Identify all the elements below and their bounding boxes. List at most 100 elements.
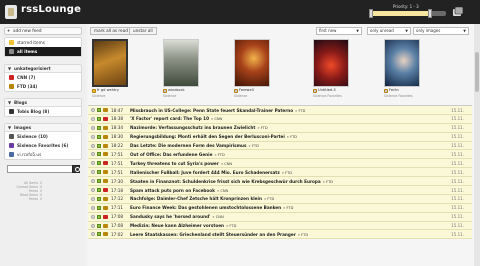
gallery-thumbnail[interactable]: fr gd wehtry Sixlence xyxy=(88,37,132,101)
scrollbar[interactable] xyxy=(474,24,480,266)
item-title[interactable]: Nachfolge: Daimler-Chef Zetsche hält Kro… xyxy=(130,196,274,201)
list-item[interactable]: 18:47 Missbrauch in US-College: Penn Stat… xyxy=(88,106,472,115)
collapse-arrow-icon[interactable]: ▼ xyxy=(8,65,11,73)
star-toggle-icon[interactable] xyxy=(91,232,95,237)
list-item[interactable]: 17:08 Sandusky says he 'horsed around'» C… xyxy=(88,212,472,222)
star-toggle-icon[interactable] xyxy=(91,205,95,210)
unread-toggle-icon[interactable] xyxy=(97,179,101,184)
star-toggle-icon[interactable] xyxy=(91,134,95,139)
item-title[interactable]: Regierungsbildung: Monti erhält den Sege… xyxy=(130,134,297,139)
sidebar-item-starred[interactable]: starred items xyxy=(5,38,81,47)
list-item[interactable]: 18:38 'X Factor' report card: The Top 10»… xyxy=(88,114,472,124)
item-title[interactable]: Missbrauch in US-College: Penn State feu… xyxy=(130,108,305,113)
collapse-arrow-icon[interactable]: ▼ xyxy=(8,99,11,107)
star-toggle-icon[interactable] xyxy=(91,196,95,201)
unread-toggle-icon[interactable] xyxy=(97,108,101,112)
unread-toggle-icon[interactable] xyxy=(97,214,101,219)
item-title[interactable]: Medizin: Neue kann Alzheimer vorstoen» F… xyxy=(130,223,236,228)
item-title-text[interactable]: Sandusky says he 'horsed around' xyxy=(130,214,210,219)
gallery-thumbnail[interactable]: windsock Sixlence xyxy=(159,37,203,101)
list-item[interactable]: 17:51 Italienischer Fußball: Juve fordert… xyxy=(88,168,472,178)
star-icon[interactable] xyxy=(92,89,96,93)
list-item[interactable]: 18:34 Nazimorde: Verfassungsschutz ins br… xyxy=(88,123,472,133)
item-title-text[interactable]: Nazimorde: Verfassungsschutz ins braunen… xyxy=(130,125,255,130)
item-title[interactable]: Euro Finance Week: Das gestohlenen umsto… xyxy=(130,205,293,210)
sidebar-item-all[interactable]: all items xyxy=(5,47,81,56)
sidebar-item-feed[interactable]: Sixlence Favorites (6) xyxy=(5,141,81,150)
item-title-text[interactable]: Out of Office: Das erfundene Genie xyxy=(130,152,212,157)
sidebar-item-feed[interactable]: Tobis Blog (8) xyxy=(5,107,81,116)
star-toggle-icon[interactable] xyxy=(91,116,95,121)
list-item[interactable]: 17:18 Spam attack puts porn on Facebook» … xyxy=(88,186,472,195)
item-title[interactable]: Italienischer Fußball: Juve fordert 444 … xyxy=(130,170,292,175)
unread-toggle-icon[interactable] xyxy=(97,170,101,175)
category-header[interactable]: ▼ Blogs xyxy=(5,99,81,107)
category-header[interactable]: ▼ unkategorisiert xyxy=(5,65,81,73)
gallery-thumbnail[interactable]: Untitled-5 Sixlence Favorites xyxy=(309,37,353,101)
unread-toggle-icon[interactable] xyxy=(97,161,101,166)
item-title-text[interactable]: Staaten in Finanznot: Schuldenkrise fris… xyxy=(130,179,321,184)
priority-slider-min-handle[interactable] xyxy=(369,9,373,18)
settings-icon[interactable] xyxy=(452,6,464,18)
sidebar-item-feed[interactable]: vi.rcxfo5.us xyxy=(5,150,81,159)
unread-filter-select[interactable]: only unread ▼ xyxy=(367,27,411,35)
unread-toggle-icon[interactable] xyxy=(97,205,101,210)
thumbnail-image[interactable] xyxy=(92,39,128,87)
item-title-text[interactable]: Turkey threatens to cut Syria's power xyxy=(130,161,219,166)
item-title[interactable]: Staaten in Finanznot: Schuldenkrise fris… xyxy=(130,179,333,184)
star-toggle-icon[interactable] xyxy=(91,179,95,184)
unread-toggle-icon[interactable] xyxy=(97,152,101,157)
category-header[interactable]: ▼ Images xyxy=(5,124,81,132)
unread-toggle-icon[interactable] xyxy=(97,143,101,148)
star-toggle-icon[interactable] xyxy=(91,170,95,175)
item-title-text[interactable]: 'X Factor' report card: The Top 10 xyxy=(130,116,209,121)
unread-toggle-icon[interactable] xyxy=(97,125,101,130)
star-toggle-icon[interactable] xyxy=(91,161,95,166)
list-item[interactable]: 17:51 Turkey threatens to cut Syria's pow… xyxy=(88,159,472,169)
item-title[interactable]: Turkey threatens to cut Syria's power» C… xyxy=(130,161,232,166)
priority-slider-max-handle[interactable] xyxy=(428,9,432,18)
star-toggle-icon[interactable] xyxy=(91,152,95,157)
sort-select[interactable]: first new ▼ xyxy=(316,27,362,35)
item-title[interactable]: Sandusky says he 'horsed around'» CNN xyxy=(130,214,224,219)
sidebar-item-feed[interactable]: Sixlence (10) xyxy=(5,132,81,141)
type-filter-select[interactable]: only images ▼ xyxy=(413,27,469,35)
item-title-text[interactable]: Regierungsbildung: Monti erhält den Sege… xyxy=(130,134,285,139)
scrollbar-thumb[interactable] xyxy=(475,52,479,92)
unstar-all-button[interactable]: unstar all xyxy=(129,27,157,35)
item-title[interactable]: Spam attack puts porn on Facebook» CNN xyxy=(130,188,228,193)
item-title-text[interactable]: Leere Staatskassen: Griechenland stellt … xyxy=(130,232,296,237)
item-title-text[interactable]: Spam attack puts porn on Facebook xyxy=(130,188,215,193)
item-title[interactable]: 'X Factor' report card: The Top 10» CNN xyxy=(130,116,222,121)
star-toggle-icon[interactable] xyxy=(91,125,95,130)
gallery-thumbnail[interactable]: Ferlin Sixlence Favorites xyxy=(380,37,424,101)
search-input[interactable] xyxy=(7,165,77,173)
list-item[interactable]: 17:51 Out of Office: Das erfundene Genie»… xyxy=(88,150,472,160)
thumbnail-image[interactable] xyxy=(384,39,420,87)
sidebar-item-feed[interactable]: FTD (34) xyxy=(5,82,81,91)
priority-slider[interactable] xyxy=(370,11,446,16)
list-item[interactable]: 17:02 Leere Staatskassen: Griechenland st… xyxy=(88,230,472,240)
unread-toggle-icon[interactable] xyxy=(97,196,101,201)
item-title-text[interactable]: Nachfolge: Daimler-Chef Zetsche hält Kro… xyxy=(130,196,262,201)
unread-toggle-icon[interactable] xyxy=(97,116,101,121)
item-title[interactable]: Nazimorde: Verfassungsschutz ins braunen… xyxy=(130,125,268,130)
star-icon[interactable] xyxy=(313,89,317,93)
collapse-arrow-icon[interactable]: ▼ xyxy=(8,124,11,132)
list-item[interactable]: 18:30 Regierungsbildung: Monti erhält den… xyxy=(88,132,472,142)
mark-all-read-button[interactable]: mark all as read xyxy=(90,27,132,35)
list-item[interactable]: 17:12 Nachfolge: Daimler-Chef Zetsche häl… xyxy=(88,194,472,204)
list-item[interactable]: 17:11 Euro Finance Week: Das gestohlenen … xyxy=(88,203,472,213)
unread-toggle-icon[interactable] xyxy=(97,188,101,193)
item-title-text[interactable]: Italienischer Fußball: Juve fordert 444 … xyxy=(130,170,280,175)
star-icon[interactable] xyxy=(234,89,238,93)
unread-toggle-icon[interactable] xyxy=(97,134,101,139)
star-toggle-icon[interactable] xyxy=(91,214,95,219)
thumbnail-image[interactable] xyxy=(313,39,349,87)
item-title[interactable]: Das Letzte: Die modernen Form des Vampir… xyxy=(130,143,259,148)
add-feed-button[interactable]: + add new feed xyxy=(4,27,82,35)
list-item[interactable]: 17:30 Staaten in Finanznot: Schuldenkrise… xyxy=(88,177,472,187)
star-icon[interactable] xyxy=(384,89,388,93)
item-title-text[interactable]: Euro Finance Week: Das gestohlenen umsto… xyxy=(130,205,281,210)
item-title[interactable]: Out of Office: Das erfundene Genie» FTD xyxy=(130,152,225,157)
